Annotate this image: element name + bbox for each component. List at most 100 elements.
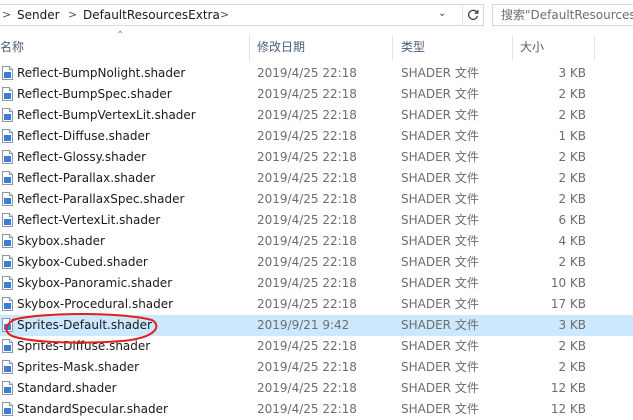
file-modified-date: 2019/4/25 22:18 [257,297,357,311]
file-modified-date: 2019/4/25 22:18 [257,402,357,416]
file-modified-date: 2019/9/21 9:42 [257,318,350,332]
shader-file-icon [2,87,13,101]
shader-file-icon [2,150,13,164]
file-modified-date: 2019/4/25 22:18 [257,66,357,80]
file-type: SHADER 文件 [401,150,479,164]
file-name[interactable]: Reflect-Glossy.shader [17,147,146,168]
refresh-icon [468,9,479,20]
file-size: 3 KB [558,66,586,80]
column-divider[interactable] [594,35,595,61]
file-list: Reflect-BumpNolight.shader 2019/4/25 22:1… [0,63,633,420]
file-row[interactable]: Reflect-Diffuse.shader 2019/4/25 22:18 SHA… [0,126,633,147]
column-divider[interactable] [512,35,513,61]
file-type: SHADER 文件 [401,402,479,416]
file-size: 2 KB [558,360,586,374]
search-input[interactable]: 搜索"DefaultResources [492,4,633,26]
shader-file-icon [2,234,13,248]
file-row[interactable]: Skybox.shader 2019/4/25 22:18 SHADER 文件 4 K… [0,231,633,252]
file-row[interactable]: Reflect-BumpSpec.shader 2019/4/25 22:18 SH… [0,84,633,105]
file-size: 4 KB [558,234,586,248]
column-header: 名称 修改日期 类型 大小 [0,33,633,61]
file-name[interactable]: Reflect-BumpSpec.shader [17,84,172,105]
file-row[interactable]: StandardSpecular.shader 2019/4/25 22:18 SH… [0,399,633,420]
file-type: SHADER 文件 [401,234,479,248]
file-name[interactable]: Reflect-BumpVertexLit.shader [17,105,196,126]
shader-file-icon [2,171,13,185]
file-row[interactable]: Sprites-Mask.shader 2019/4/25 22:18 SHADER… [0,357,633,378]
file-type: SHADER 文件 [401,297,479,311]
file-row[interactable]: Sprites-Diffuse.shader 2019/4/25 22:18 SHA… [0,336,633,357]
column-divider[interactable] [249,35,250,61]
file-size: 2 KB [558,192,586,206]
file-size: 2 KB [558,87,586,101]
shader-file-icon [2,297,13,311]
file-row[interactable]: Skybox-Cubed.shader 2019/4/25 22:18 SHADER… [0,252,633,273]
file-row[interactable]: Skybox-Procedural.shader 2019/4/25 22:18 S… [0,294,633,315]
column-divider[interactable] [392,35,393,61]
file-name[interactable]: Reflect-VertexLit.shader [17,210,160,231]
file-row[interactable]: Sprites-Default.shader 2019/9/21 9:42 SHAD… [0,315,633,336]
file-size: 2 KB [558,171,586,185]
file-row[interactable]: Reflect-Glossy.shader 2019/4/25 22:18 SHAD… [0,147,633,168]
breadcrumb-separator-icon[interactable]: > [220,8,229,21]
shader-file-icon [2,129,13,143]
file-modified-date: 2019/4/25 22:18 [257,108,357,122]
shader-file-icon [2,339,13,353]
file-row[interactable]: Reflect-VertexLit.shader 2019/4/25 22:18 S… [0,210,633,231]
file-modified-date: 2019/4/25 22:18 [257,87,357,101]
file-row[interactable]: Reflect-ParallaxSpec.shader 2019/4/25 22:… [0,189,633,210]
column-size-header[interactable]: 大小 [520,33,544,61]
address-toolbar: > Sender > DefaultResourcesExtra > ⌄ 搜索"… [0,0,633,33]
file-modified-date: 2019/4/25 22:18 [257,381,357,395]
file-name[interactable]: Sprites-Default.shader [17,315,152,336]
file-type: SHADER 文件 [401,66,479,80]
breadcrumb-separator-icon[interactable]: > [68,8,77,21]
file-modified-date: 2019/4/25 22:18 [257,234,357,248]
file-name[interactable]: Reflect-ParallaxSpec.shader [17,189,184,210]
file-modified-date: 2019/4/25 22:18 [257,171,357,185]
file-name[interactable]: Sprites-Diffuse.shader [17,336,150,357]
breadcrumb-sender[interactable]: Sender [17,8,60,22]
file-type: SHADER 文件 [401,108,479,122]
shader-file-icon [2,381,13,395]
file-type: SHADER 文件 [401,339,479,353]
file-row[interactable]: Reflect-BumpVertexLit.shader 2019/4/25 22… [0,105,633,126]
file-name[interactable]: Skybox.shader [17,231,105,252]
file-type: SHADER 文件 [401,381,479,395]
refresh-button[interactable] [462,5,483,25]
file-modified-date: 2019/4/25 22:18 [257,339,357,353]
file-name[interactable]: Standard.shader [17,378,117,399]
file-size: 3 KB [558,318,586,332]
file-type: SHADER 文件 [401,129,479,143]
file-modified-date: 2019/4/25 22:18 [257,213,357,227]
chevron-down-icon[interactable]: ⌄ [438,8,446,19]
breadcrumb-separator-icon[interactable]: > [2,8,11,21]
file-type: SHADER 文件 [401,192,479,206]
file-name[interactable]: Reflect-Parallax.shader [17,168,155,189]
shader-file-icon [2,360,13,374]
shader-file-icon [2,66,13,80]
column-date-header[interactable]: 修改日期 [257,33,305,61]
column-name-header[interactable]: 名称 [0,33,24,61]
file-name[interactable]: Skybox-Panoramic.shader [17,273,172,294]
shader-file-icon [2,255,13,269]
file-type: SHADER 文件 [401,87,479,101]
file-row[interactable]: Standard.shader 2019/4/25 22:18 SHADER 文件 1… [0,378,633,399]
file-row[interactable]: Reflect-Parallax.shader 2019/4/25 22:18 SH… [0,168,633,189]
column-type-header[interactable]: 类型 [401,33,425,61]
file-name[interactable]: Reflect-Diffuse.shader [17,126,150,147]
file-row[interactable]: Skybox-Panoramic.shader 2019/4/25 22:18 SH… [0,273,633,294]
file-name[interactable]: Skybox-Procedural.shader [17,294,173,315]
file-size: 6 KB [558,213,586,227]
breadcrumb-defaultresourcesextra[interactable]: DefaultResourcesExtra [83,8,220,22]
file-name[interactable]: Reflect-BumpNolight.shader [17,63,185,84]
file-type: SHADER 文件 [401,213,479,227]
file-type: SHADER 文件 [401,171,479,185]
file-size: 2 KB [558,255,586,269]
file-name[interactable]: Sprites-Mask.shader [17,357,139,378]
file-row[interactable]: Reflect-BumpNolight.shader 2019/4/25 22:1… [0,63,633,84]
address-bar[interactable]: > Sender > DefaultResourcesExtra > ⌄ [0,4,484,26]
shader-file-icon [2,402,13,416]
file-name[interactable]: Skybox-Cubed.shader [17,252,148,273]
file-name[interactable]: StandardSpecular.shader [17,399,168,420]
